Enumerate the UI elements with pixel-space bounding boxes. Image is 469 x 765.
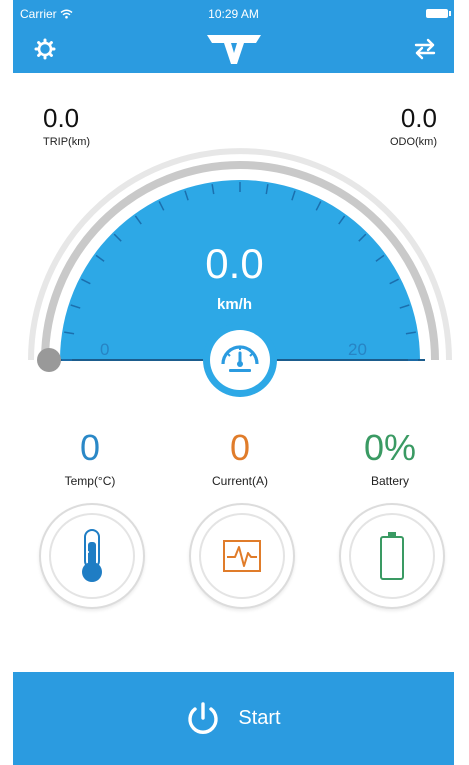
battery-metric: 0% Battery xyxy=(320,427,460,489)
battery-label: Battery xyxy=(370,474,409,488)
pulse-wave-icon xyxy=(223,540,261,572)
battery-button-ring xyxy=(349,513,435,599)
battery-value: 0% xyxy=(363,427,417,468)
speed-value: 0.0 xyxy=(205,240,264,287)
current-button[interactable] xyxy=(189,503,295,609)
power-icon xyxy=(188,701,219,734)
gauge-min-label: 0 xyxy=(100,340,110,359)
temperature-button[interactable] xyxy=(39,503,145,609)
start-label: Start xyxy=(238,707,281,729)
battery-button[interactable] xyxy=(339,503,445,609)
thermometer-icon xyxy=(82,529,102,582)
current-label: Current(A) xyxy=(211,474,268,488)
current-value: 0 xyxy=(229,427,251,468)
temperature-value: 0 xyxy=(79,427,101,468)
temperature-metric: 0 Temp(°C) xyxy=(20,427,160,489)
speedometer-icon xyxy=(221,345,259,372)
current-metric: 0 Current(A) xyxy=(170,427,310,489)
temperature-label: Temp(°C) xyxy=(64,474,116,488)
speed-unit: km/h xyxy=(216,296,252,313)
current-button-ring xyxy=(199,513,285,599)
gauge-max-label: 20 xyxy=(348,340,367,359)
start-button[interactable]: Start xyxy=(13,672,454,765)
speed-indicator-knob xyxy=(37,348,61,372)
battery-icon xyxy=(380,532,404,580)
temperature-button-ring xyxy=(49,513,135,599)
